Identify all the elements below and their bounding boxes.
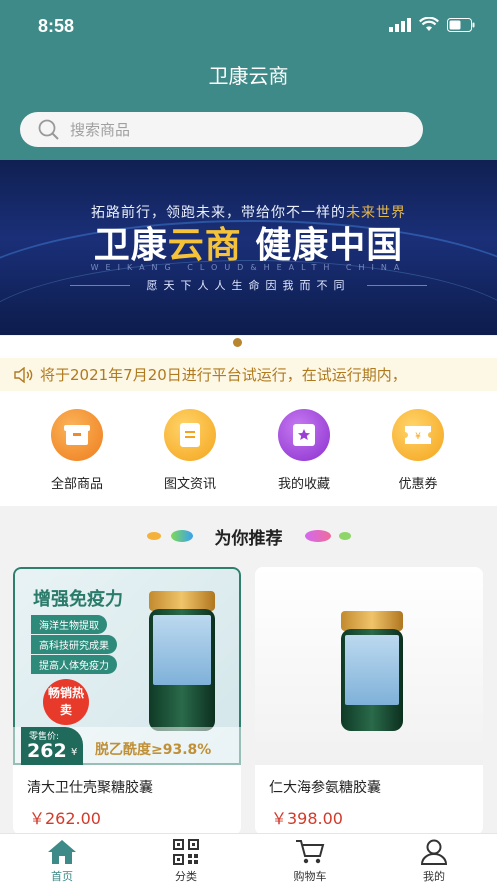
search-input[interactable]: 搜索商品 xyxy=(70,119,130,140)
product-image: 增强免疫力 海洋生物提取 高科技研究成果 提高人体免疫力 畅销热卖 零售价: 2… xyxy=(13,567,241,765)
carousel-indicator xyxy=(0,336,497,358)
decoration-blob xyxy=(170,530,193,542)
category-all-goods[interactable]: 全部商品 xyxy=(27,409,127,492)
banner-subtitle-en: WEIKANG CLOUD&HEALTH CHINA xyxy=(90,263,407,272)
price-unit: ¥ xyxy=(71,747,78,758)
category-coupon[interactable]: ¥ 优惠券 xyxy=(368,409,468,492)
banner-title-part2: 健康中国 xyxy=(241,225,404,266)
decoration-blob xyxy=(338,532,351,540)
status-time: 8:58 xyxy=(38,16,75,36)
app-title: 卫康云商 xyxy=(208,64,289,88)
category-label: 优惠券 xyxy=(398,477,438,492)
user-icon xyxy=(394,838,474,866)
favorites-icon xyxy=(278,409,330,461)
product-price: ￥398.00 xyxy=(271,809,343,828)
notice-text: 将于2021年7月20日进行平台试运行，在试运行期内， xyxy=(40,366,407,384)
speaker-icon xyxy=(14,366,33,383)
tab-category[interactable]: 分类 xyxy=(146,838,226,883)
tab-home[interactable]: 首页 xyxy=(22,838,102,883)
carousel-dot-active[interactable] xyxy=(233,338,242,347)
promo-banner[interactable]: 拓路前行，领跑未来，带给你不一样的未来世界 卫康云商 健康中国 WEIKANG … xyxy=(0,160,497,335)
purity-spec: 脱乙酰度≥93.8% xyxy=(95,742,212,758)
bestseller-badge: 畅销热卖 xyxy=(43,679,89,725)
tab-profile[interactable]: 我的 xyxy=(394,838,474,883)
status-bar: 8:58 xyxy=(0,0,497,52)
tab-cart[interactable]: 购物车 xyxy=(270,838,350,883)
banner-title: 卫康云商 健康中国 xyxy=(0,216,497,268)
notice-bar[interactable]: 将于2021年7月20日进行平台试运行，在试运行期内， xyxy=(0,358,497,391)
all-goods-icon xyxy=(51,409,103,461)
bottom-tab-bar: 首页 分类 购物车 我的 xyxy=(0,833,497,883)
cart-icon xyxy=(270,838,350,866)
home-icon xyxy=(22,838,102,866)
product-name: 清大卫仕壳聚糖胶囊 xyxy=(27,780,153,796)
decoration-blob xyxy=(304,530,331,542)
news-icon xyxy=(164,409,216,461)
banner-subtitle-cn: 愿天下人人生命因我而不同 xyxy=(146,279,351,292)
decoration-blob xyxy=(146,532,161,540)
category-label: 全部商品 xyxy=(50,477,103,492)
signal-icon xyxy=(389,17,411,32)
product-card[interactable]: 增强免疫力 海洋生物提取 高科技研究成果 提高人体免疫力 畅销热卖 零售价: 2… xyxy=(13,567,241,835)
product-card[interactable]: 仁大海参氨糖胶囊 ￥398.00 xyxy=(255,567,483,835)
product-bottle xyxy=(341,611,403,731)
product-name: 仁大海参氨糖胶囊 xyxy=(269,780,381,796)
tab-label: 购物车 xyxy=(293,870,327,883)
category-label: 图文资讯 xyxy=(163,477,216,492)
price-box: 零售价: 262 ¥ xyxy=(21,727,83,765)
banner-title-part1: 卫康 xyxy=(93,225,168,266)
search-icon xyxy=(38,119,59,140)
promo-headline: 增强免疫力 xyxy=(33,589,123,610)
category-news[interactable]: 图文资讯 xyxy=(140,409,240,492)
category-favorites[interactable]: 我的收藏 xyxy=(254,409,354,492)
app-header: 8:58 卫康云商 搜索商品 xyxy=(0,0,497,160)
tab-label: 我的 xyxy=(423,870,445,883)
banner-title-highlight: 云商 xyxy=(167,225,242,266)
product-price: ￥262.00 xyxy=(29,809,101,828)
promo-tag: 提高人体免疫力 xyxy=(31,655,117,674)
tab-label: 分类 xyxy=(175,870,197,883)
price-value: 262 xyxy=(27,740,67,762)
promo-tag: 高科技研究成果 xyxy=(31,635,117,654)
battery-icon xyxy=(447,17,475,32)
product-bottle xyxy=(149,591,215,731)
coupon-icon: ¥ xyxy=(392,409,444,461)
product-image xyxy=(255,567,483,765)
category-label: 我的收藏 xyxy=(277,477,330,492)
wifi-icon xyxy=(419,17,439,31)
qr-code-icon xyxy=(146,838,226,866)
category-grid: 全部商品 图文资讯 我的收藏 ¥ 优惠券 xyxy=(0,391,497,506)
svg-text:¥: ¥ xyxy=(415,432,421,442)
search-bar[interactable]: 搜索商品 xyxy=(20,112,423,147)
tab-label: 首页 xyxy=(51,870,73,883)
recommend-title: 为你推荐 xyxy=(214,528,283,549)
promo-tag: 海洋生物提取 xyxy=(31,615,107,634)
recommend-header: 为你推荐 xyxy=(0,506,497,566)
status-icons xyxy=(389,17,475,32)
